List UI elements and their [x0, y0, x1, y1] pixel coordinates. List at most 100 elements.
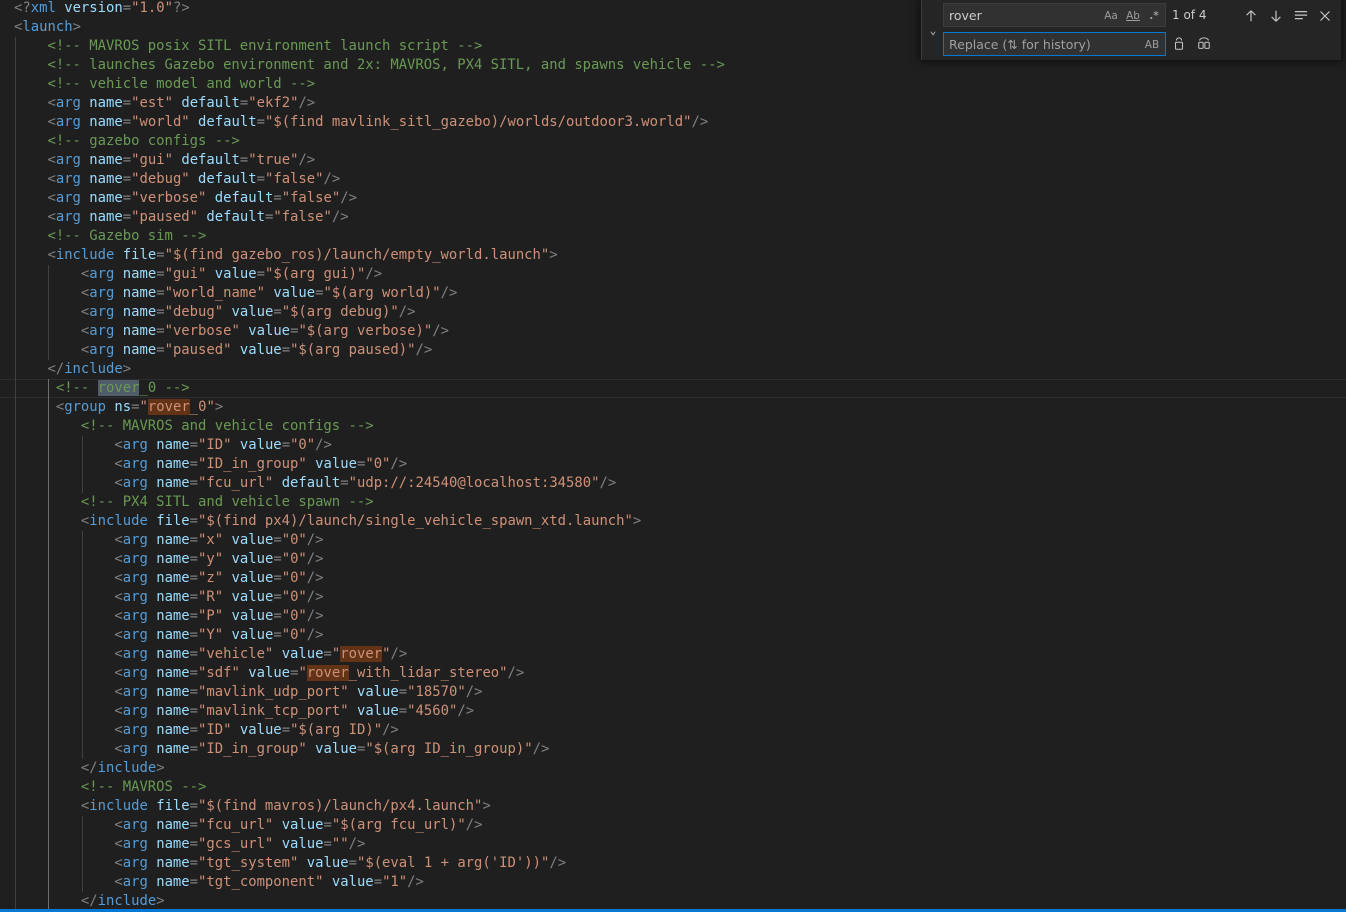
code-line[interactable]: <group ns="rover_0">: [0, 398, 1346, 417]
code-line-text: <arg name="world_name" value="$(arg worl…: [14, 284, 457, 303]
toggle-replace-button[interactable]: ⌄: [924, 0, 942, 60]
code-line[interactable]: <arg name="x" value="0"/>: [0, 531, 1346, 550]
code-token: "ID": [198, 437, 232, 453]
code-token: arg: [122, 684, 148, 700]
code-token: include: [97, 893, 157, 909]
code-line[interactable]: <!-- rover_0 -->: [0, 379, 1346, 398]
code-token: "tgt_system": [198, 855, 299, 871]
code-line[interactable]: <arg name="ID" value="$(arg ID)"/>: [0, 721, 1346, 740]
code-line[interactable]: <!-- Gazebo sim -->: [0, 227, 1346, 246]
code-line[interactable]: <!-- PX4 SITL and vehicle spawn -->: [0, 493, 1346, 512]
code-line[interactable]: </include>: [0, 360, 1346, 379]
code-token: _with_lidar_stereo": [348, 665, 508, 681]
next-match-button[interactable]: [1266, 6, 1286, 26]
code-line[interactable]: <arg name="R" value="0"/>: [0, 588, 1346, 607]
code-line[interactable]: <arg name="verbose" default="false"/>: [0, 189, 1346, 208]
code-line[interactable]: <arg name="debug" default="false"/>: [0, 170, 1346, 189]
code-line[interactable]: <arg name="tgt_system" value="$(eval 1 +…: [0, 854, 1346, 873]
code-line[interactable]: <arg name="ID" value="0"/>: [0, 436, 1346, 455]
code-token: <: [114, 836, 123, 852]
code-token: =: [122, 114, 132, 130]
code-line[interactable]: <arg name="gcs_url" value=""/>: [0, 835, 1346, 854]
code-editor[interactable]: <?xml version="1.0"?> <launch> <!-- MAVRO…: [0, 0, 1346, 912]
code-token: =: [122, 171, 132, 187]
code-line[interactable]: <include file="$(find mavros)/launch/px4…: [0, 797, 1346, 816]
replace-all-button[interactable]: [1194, 34, 1214, 54]
code-line-text: <arg name="ID_in_group" value="$(arg ID_…: [14, 740, 549, 759]
code-token: <: [114, 741, 123, 757]
code-line[interactable]: <arg name="world" default="$(find mavlin…: [0, 113, 1346, 132]
code-line-text: <!-- MAVROS and vehicle configs -->: [14, 417, 374, 436]
close-find-button[interactable]: [1315, 6, 1335, 26]
code-token: value: [356, 684, 399, 700]
code-line[interactable]: <!-- vehicle model and world -->: [0, 75, 1346, 94]
code-line[interactable]: <include file="$(find px4)/launch/single…: [0, 512, 1346, 531]
code-line-text: <arg name="ID" value="0"/>: [14, 436, 332, 455]
code-line[interactable]: <!-- gazebo configs -->: [0, 132, 1346, 151]
code-line-text: <arg name="fcu_url" default="udp://:2454…: [14, 474, 616, 493]
preserve-case-toggle[interactable]: AB: [1142, 37, 1162, 53]
previous-match-button[interactable]: [1241, 6, 1261, 26]
code-token: =: [273, 551, 282, 567]
use-regex-toggle[interactable]: .*: [1146, 8, 1162, 24]
code-line[interactable]: <include file="$(find gazebo_ros)/launch…: [0, 246, 1346, 265]
code-line-text: <?xml version="1.0"?>: [14, 0, 190, 18]
match-whole-word-toggle[interactable]: Ab: [1124, 8, 1142, 24]
code-line[interactable]: <arg name="P" value="0"/>: [0, 607, 1346, 626]
code-token: />: [691, 114, 709, 130]
code-line[interactable]: <arg name="vehicle" value="rover"/>: [0, 645, 1346, 664]
code-token: "vehicle": [198, 646, 274, 662]
code-token: <: [114, 722, 123, 738]
code-token: />: [465, 684, 483, 700]
code-line[interactable]: </include>: [0, 759, 1346, 778]
code-line[interactable]: <arg name="y" value="0"/>: [0, 550, 1346, 569]
code-line[interactable]: <arg name="world_name" value="$(arg worl…: [0, 284, 1346, 303]
code-token: name: [156, 703, 190, 719]
code-token: "$(arg debug)": [281, 304, 399, 320]
code-line[interactable]: <arg name="Y" value="0"/>: [0, 626, 1346, 645]
code-line[interactable]: <arg name="ID_in_group" value="$(arg ID_…: [0, 740, 1346, 759]
code-line[interactable]: <arg name="mavlink_udp_port" value="1857…: [0, 683, 1346, 702]
code-line[interactable]: <arg name="debug" value="$(arg debug)"/>: [0, 303, 1346, 322]
search-input[interactable]: rover Aa Ab .*: [943, 3, 1166, 27]
code-line[interactable]: <arg name="z" value="0"/>: [0, 569, 1346, 588]
code-line[interactable]: <arg name="verbose" value="$(arg verbose…: [0, 322, 1346, 341]
match-case-toggle[interactable]: Aa: [1102, 8, 1120, 24]
code-token: "$(eval 1 + arg('ID'))": [356, 855, 550, 871]
code-line[interactable]: <arg name="paused" value="$(arg paused)"…: [0, 341, 1346, 360]
code-token: arg: [89, 285, 115, 301]
code-line[interactable]: <arg name="paused" default="false"/>: [0, 208, 1346, 227]
code-line[interactable]: <arg name="est" default="ekf2"/>: [0, 94, 1346, 113]
code-line[interactable]: <arg name="tgt_component" value="1"/>: [0, 873, 1346, 892]
code-line[interactable]: <!-- MAVROS -->: [0, 778, 1346, 797]
code-token: <: [47, 114, 56, 130]
code-line[interactable]: <arg name="ID_in_group" value="0"/>: [0, 455, 1346, 474]
code-token: default: [181, 152, 240, 168]
code-token: name: [122, 285, 157, 301]
code-token: arg: [122, 703, 148, 719]
code-token: "$(arg world)": [323, 285, 441, 301]
replace-button[interactable]: [1169, 34, 1189, 54]
code-token: "0": [281, 589, 307, 605]
replace-input[interactable]: Replace (⇅ for history) AB: [943, 32, 1166, 56]
code-token: />: [415, 342, 433, 358]
code-line-text: <arg name="vehicle" value="rover"/>: [14, 645, 407, 664]
code-line-text: <arg name="verbose" value="$(arg verbose…: [14, 322, 449, 341]
code-line[interactable]: <arg name="fcu_url" default="udp://:2454…: [0, 474, 1346, 493]
code-line[interactable]: <arg name="mavlink_tcp_port" value="4560…: [0, 702, 1346, 721]
code-line[interactable]: <arg name="fcu_url" value="$(arg fcu_url…: [0, 816, 1346, 835]
code-line[interactable]: <!-- MAVROS and vehicle configs -->: [0, 417, 1346, 436]
find-in-selection-button[interactable]: [1291, 6, 1311, 26]
code-line[interactable]: <arg name="gui" value="$(arg gui)"/>: [0, 265, 1346, 284]
code-line[interactable]: <arg name="gui" default="true"/>: [0, 151, 1346, 170]
code-line[interactable]: <arg name="sdf" value="rover_with_lidar_…: [0, 664, 1346, 683]
code-token: arg: [122, 589, 148, 605]
